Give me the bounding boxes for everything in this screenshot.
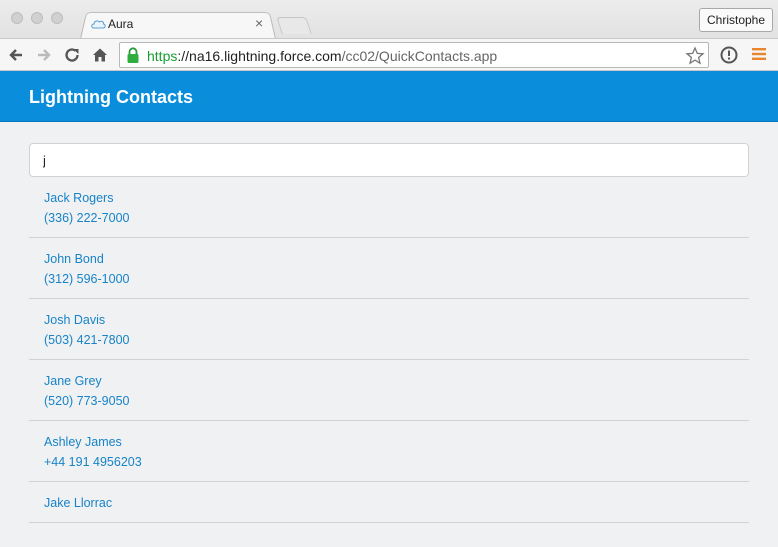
window-maximize-button[interactable] xyxy=(51,12,63,24)
cloud-icon xyxy=(90,17,106,35)
star-icon[interactable] xyxy=(685,46,705,71)
contact-phone[interactable]: (336) 222-7000 xyxy=(44,208,749,228)
list-item: Josh Davis (503) 421-7800 xyxy=(29,299,749,360)
url-text: https://na16.lightning.force.com/cc02/Qu… xyxy=(147,48,497,64)
list-item: John Bond (312) 596-1000 xyxy=(29,238,749,299)
browser-tab-content[interactable]: Aura × xyxy=(88,14,270,34)
window-close-button[interactable] xyxy=(11,12,23,24)
contact-name-link[interactable]: Josh Davis xyxy=(44,310,749,330)
contact-phone[interactable]: (312) 596-1000 xyxy=(44,269,749,289)
back-icon[interactable] xyxy=(6,45,26,65)
window-minimize-button[interactable] xyxy=(31,12,43,24)
contact-phone[interactable]: (503) 421-7800 xyxy=(44,330,749,350)
contact-name-link[interactable]: Jane Grey xyxy=(44,371,749,391)
app-header: Lightning Contacts xyxy=(0,71,778,122)
contact-name-link[interactable]: John Bond xyxy=(44,249,749,269)
url-path: /cc02/QuickContacts.app xyxy=(341,48,498,64)
url-host: na16.lightning.force.com xyxy=(189,48,342,64)
list-item: Jane Grey (520) 773-9050 xyxy=(29,360,749,421)
url-separator: :// xyxy=(177,48,190,64)
page-title: Lightning Contacts xyxy=(29,87,193,107)
list-item: Jack Rogers (336) 222-7000 xyxy=(29,177,749,238)
contact-list: Jack Rogers (336) 222-7000 John Bond (31… xyxy=(29,177,749,523)
search-input[interactable] xyxy=(29,143,749,177)
tab-close-icon[interactable]: × xyxy=(255,15,263,31)
profile-button[interactable]: Christophe xyxy=(699,8,773,32)
info-icon[interactable] xyxy=(719,45,739,70)
contact-name-link[interactable]: Jack Rogers xyxy=(44,188,749,208)
contact-phone[interactable]: +44 191 4956203 xyxy=(44,452,749,472)
address-bar[interactable]: https://na16.lightning.force.com/cc02/Qu… xyxy=(119,42,709,68)
list-item: Ashley James +44 191 4956203 xyxy=(29,421,749,482)
contact-name-link[interactable]: Jake Llorrac xyxy=(44,493,749,513)
reload-icon[interactable] xyxy=(62,45,82,65)
lock-icon xyxy=(126,47,140,69)
contact-phone[interactable]: (520) 773-9050 xyxy=(44,391,749,411)
url-scheme: https xyxy=(147,48,178,64)
tab-title: Aura xyxy=(108,17,134,31)
browser-toolbar: https://na16.lightning.force.com/cc02/Qu… xyxy=(0,38,778,71)
list-item: Jake Llorrac xyxy=(29,482,749,523)
home-icon[interactable] xyxy=(90,45,110,65)
browser-titlebar: Aura × Christophe xyxy=(0,0,778,39)
contact-name-link[interactable]: Ashley James xyxy=(44,432,749,452)
new-tab-button[interactable] xyxy=(276,17,312,34)
menu-icon[interactable] xyxy=(751,46,767,67)
forward-icon[interactable] xyxy=(34,45,54,65)
